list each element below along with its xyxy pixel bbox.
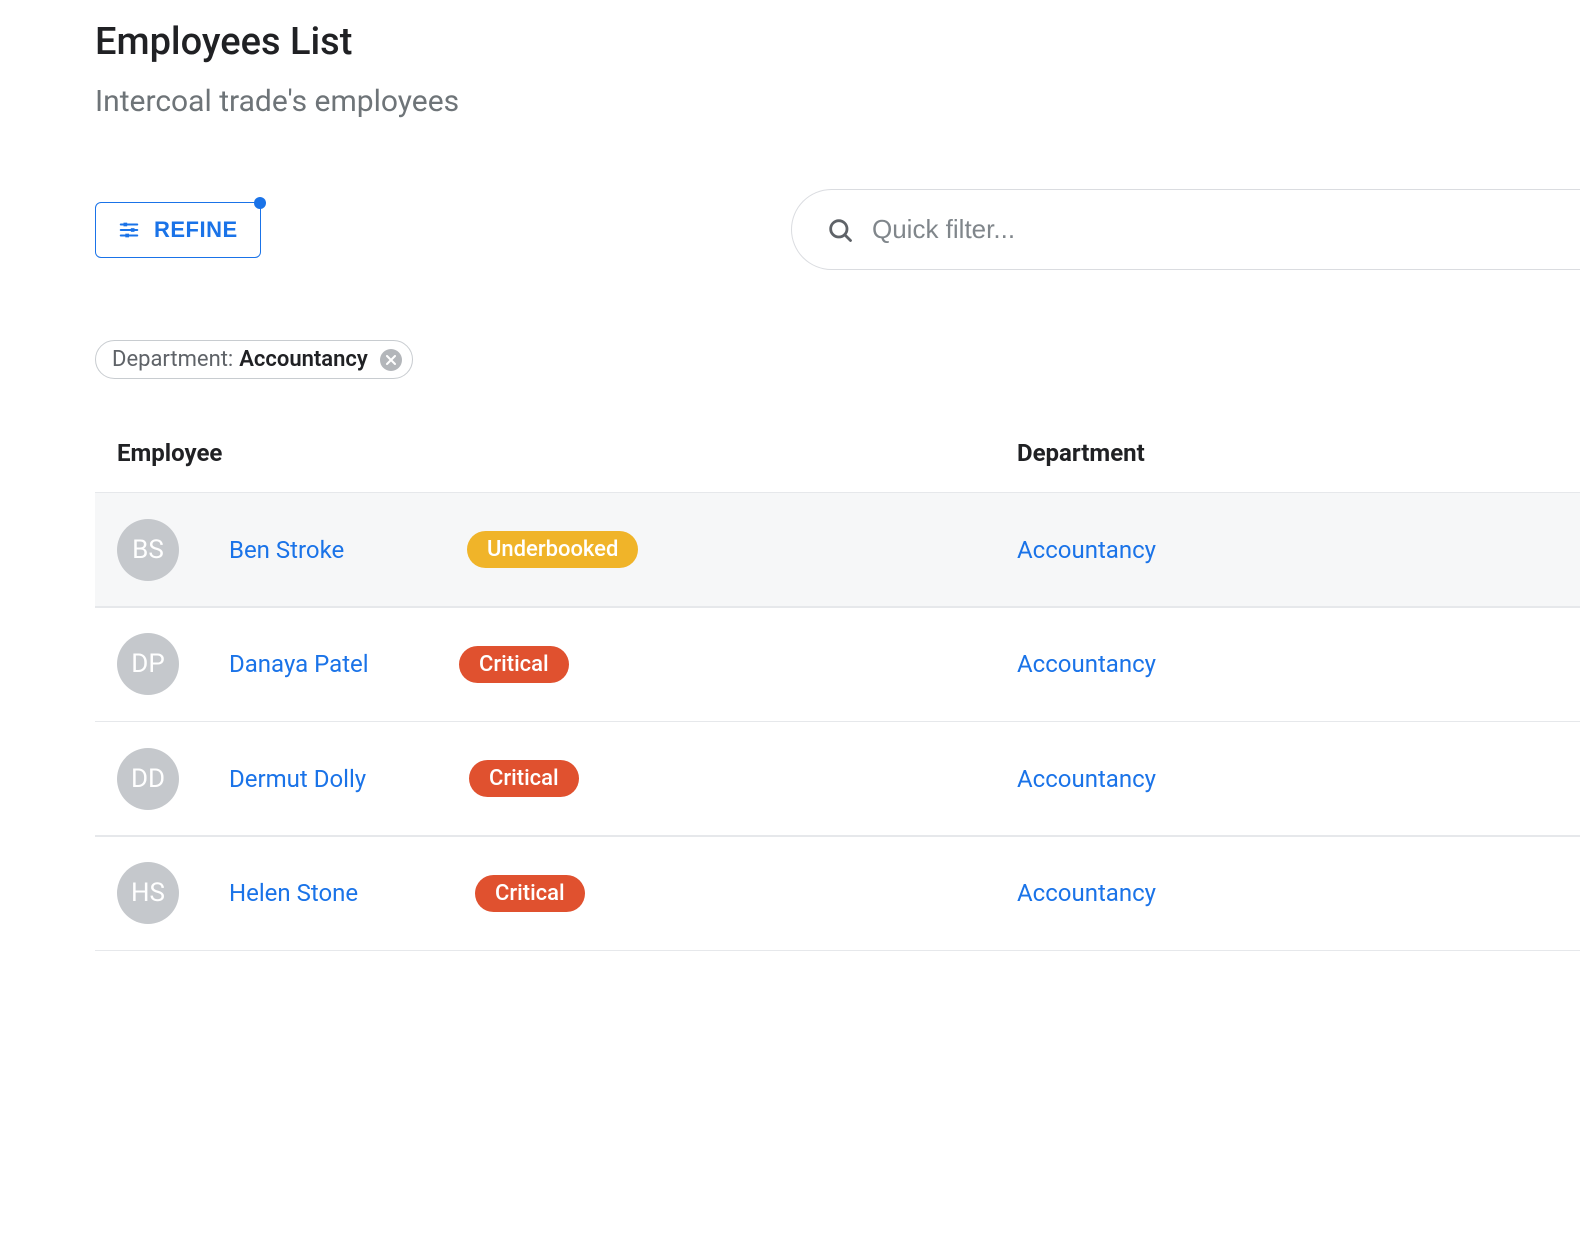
- table-header: Employee Department: [95, 439, 1580, 493]
- cell-employee: DP Danaya Patel Critical: [117, 633, 1017, 695]
- filter-chip-department[interactable]: Department: Accountancy: [95, 340, 413, 379]
- cell-employee: HS Helen Stone Critical: [117, 862, 1017, 924]
- avatar: DD: [117, 748, 179, 810]
- search-field[interactable]: [791, 189, 1580, 270]
- table-row[interactable]: DD Dermut Dolly Critical Accountancy: [95, 721, 1580, 837]
- cell-department: Accountancy: [1017, 765, 1156, 793]
- avatar: BS: [117, 519, 179, 581]
- avatar: DP: [117, 633, 179, 695]
- cell-department: Accountancy: [1017, 650, 1156, 678]
- controls-row: REFINE: [95, 189, 1580, 270]
- chip-value: Accountancy: [239, 347, 368, 372]
- search-icon: [826, 216, 854, 244]
- refine-indicator-dot: [254, 197, 266, 209]
- search-input[interactable]: [872, 214, 1555, 245]
- cell-employee: BS Ben Stroke Underbooked: [117, 519, 1017, 581]
- page-title: Employees List: [95, 20, 1580, 64]
- sliders-icon: [118, 219, 140, 241]
- page-subtitle: Intercoal trade's employees: [95, 84, 1580, 119]
- status-badge: Critical: [475, 875, 585, 912]
- table-row[interactable]: DP Danaya Patel Critical Accountancy: [95, 606, 1580, 722]
- table-row[interactable]: BS Ben Stroke Underbooked Accountancy: [95, 492, 1580, 608]
- employee-name-link[interactable]: Danaya Patel: [229, 650, 409, 678]
- employee-name-link[interactable]: Dermut Dolly: [229, 765, 409, 793]
- status-badge: Underbooked: [467, 531, 638, 568]
- filter-chips: Department: Accountancy: [95, 340, 1580, 379]
- department-link[interactable]: Accountancy: [1017, 765, 1156, 793]
- status-badge: Critical: [469, 760, 579, 797]
- employee-name-link[interactable]: Ben Stroke: [229, 536, 409, 564]
- avatar: HS: [117, 862, 179, 924]
- department-link[interactable]: Accountancy: [1017, 879, 1156, 907]
- column-header-department[interactable]: Department: [1017, 439, 1145, 467]
- employee-name-link[interactable]: Helen Stone: [229, 879, 409, 907]
- department-link[interactable]: Accountancy: [1017, 536, 1156, 564]
- status-badge: Critical: [459, 646, 569, 683]
- department-link[interactable]: Accountancy: [1017, 650, 1156, 678]
- table-row[interactable]: HS Helen Stone Critical Accountancy: [95, 835, 1580, 951]
- refine-button-label: REFINE: [154, 217, 238, 243]
- refine-button[interactable]: REFINE: [95, 202, 261, 258]
- cell-department: Accountancy: [1017, 879, 1156, 907]
- column-header-employee[interactable]: Employee: [117, 439, 1017, 467]
- close-icon[interactable]: [380, 349, 402, 371]
- cell-department: Accountancy: [1017, 536, 1156, 564]
- cell-employee: DD Dermut Dolly Critical: [117, 748, 1017, 810]
- chip-label: Department:: [112, 347, 233, 372]
